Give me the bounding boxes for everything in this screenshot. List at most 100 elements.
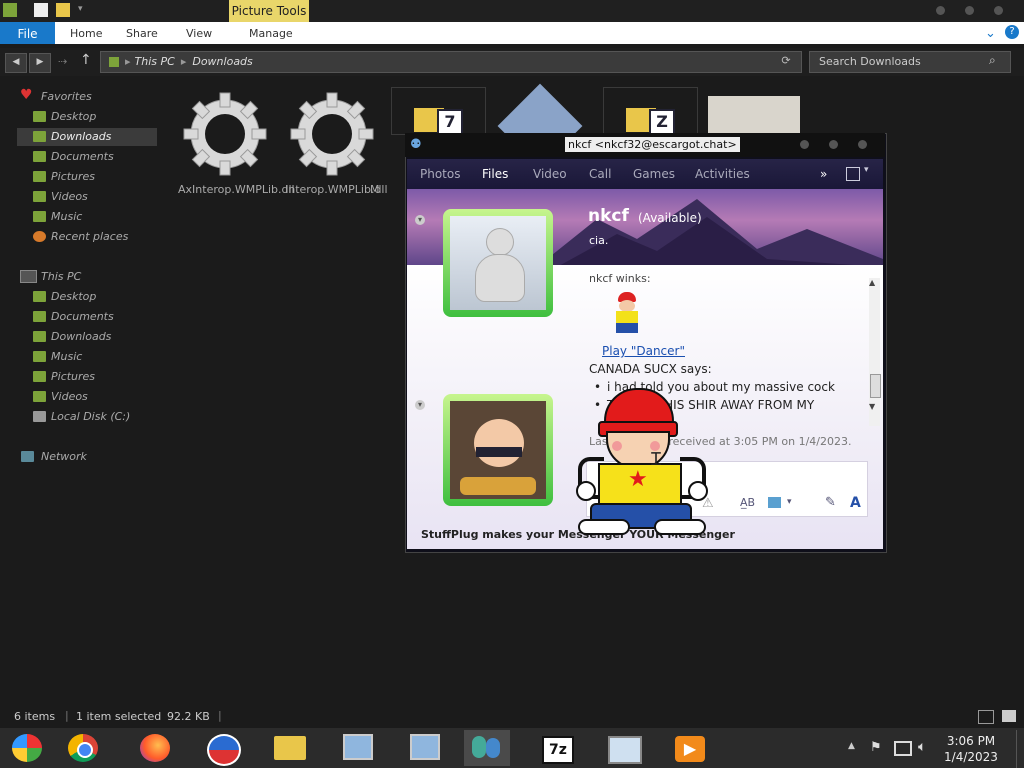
flag-icon[interactable]: ⚑ <box>870 740 882 755</box>
properties-icon[interactable] <box>34 3 48 17</box>
picture-tools-tab: Picture Tools <box>229 0 309 22</box>
dll-gear-icon[interactable] <box>182 91 268 177</box>
image-thumbnail[interactable] <box>708 96 800 136</box>
scroll-down-icon[interactable]: ▼ <box>869 402 875 411</box>
tab-video[interactable]: Video <box>533 159 567 189</box>
sidebar-item-desktop[interactable]: Desktop <box>51 109 96 125</box>
taskbar-installer[interactable] <box>333 730 379 766</box>
volume-icon[interactable]: 🔈︎ <box>918 739 926 755</box>
system-clock[interactable]: 3:06 PM 1/4/2023 <box>940 733 1002 765</box>
file-name[interactable]: AxInterop.WMPLib.dll <box>178 183 295 196</box>
details-view-icon[interactable] <box>978 710 994 724</box>
taskbar-installer-2[interactable] <box>400 730 446 766</box>
sidebar-item-pc-desktop[interactable]: Desktop <box>51 289 96 305</box>
scrollbar-thumb[interactable] <box>870 374 881 398</box>
sidebar-item-local-disk[interactable]: Local Disk (C:) <box>51 409 130 425</box>
sidebar-item-videos[interactable]: Videos <box>51 189 88 205</box>
file-name[interactable]: M <box>370 183 400 196</box>
sidebar-item-pc-downloads[interactable]: Downloads <box>51 329 111 345</box>
network-tray-icon[interactable] <box>894 741 912 756</box>
sidebar-item-music[interactable]: Music <box>51 209 82 225</box>
minimize-icon[interactable] <box>936 6 945 15</box>
breadcrumb-current[interactable]: Downloads <box>192 55 252 68</box>
tab-games[interactable]: Games <box>633 159 675 189</box>
file-tile[interactable]: Z <box>603 87 698 135</box>
tab-call[interactable]: Call <box>589 159 611 189</box>
taskbar-7zip[interactable]: 7z <box>533 730 579 766</box>
tab-files[interactable]: Files <box>482 159 508 189</box>
taskbar-firefox[interactable] <box>132 730 178 766</box>
chat-scrollbar[interactable]: ▲ ▼ <box>869 278 881 426</box>
taskbar-media-player[interactable]: ▶ <box>667 730 713 766</box>
search-input[interactable]: Search Downloads <box>809 51 1011 73</box>
start-orb-icon <box>12 734 42 762</box>
taskbar-file-explorer[interactable] <box>266 730 312 766</box>
address-bar[interactable]: ▸ This PC ▸ Downloads <box>100 51 802 73</box>
tray-overflow-icon[interactable]: ▲ <box>848 741 855 751</box>
recent-locations-icon[interactable]: ⇢ <box>58 55 67 68</box>
large-icons-view-icon[interactable] <box>1002 710 1016 722</box>
documents-folder-icon <box>33 311 46 322</box>
scroll-up-icon[interactable]: ▲ <box>869 278 875 287</box>
sidebar-this-pc[interactable]: This PC <box>41 269 81 285</box>
taskbar-messenger[interactable] <box>464 730 510 766</box>
dll-gear-icon[interactable] <box>289 91 375 177</box>
chevron-down-icon[interactable]: ▾ <box>864 165 869 175</box>
forward-button[interactable]: ▶ <box>29 53 51 73</box>
maximize-icon[interactable] <box>965 6 974 15</box>
file-name[interactable]: Interop.WMPLib.dll <box>285 183 388 196</box>
handwriting-icon[interactable]: ✎ <box>825 495 836 510</box>
tab-manage[interactable]: Manage <box>249 22 293 44</box>
sidebar-item-pc-videos[interactable]: Videos <box>51 389 88 405</box>
sidebar-favorites[interactable]: Favorites <box>41 89 92 105</box>
spellcheck-icon[interactable]: A̲B <box>740 496 755 509</box>
back-button[interactable]: ◀ <box>5 53 27 73</box>
help-icon[interactable]: ? <box>1005 25 1019 39</box>
sidebar-network[interactable]: Network <box>41 449 87 465</box>
tab-activities[interactable]: Activities <box>695 159 750 189</box>
messenger-minimize-icon[interactable] <box>800 140 809 149</box>
sidebar-item-pictures[interactable]: Pictures <box>51 169 95 185</box>
chevron-down-icon[interactable]: ▾ <box>78 4 83 14</box>
folder-icon[interactable] <box>3 3 17 17</box>
sidebar-item-recent-places[interactable]: Recent places <box>51 229 128 245</box>
contact-avatar[interactable] <box>450 216 546 310</box>
chevron-down-icon[interactable]: ▾ <box>787 497 792 507</box>
wink-dancer-thumbnail[interactable] <box>612 292 642 336</box>
start-button[interactable] <box>4 730 50 766</box>
sidebar-item-documents[interactable]: Documents <box>51 149 114 165</box>
font-icon[interactable]: A <box>850 495 861 511</box>
music-folder-icon <box>33 211 46 222</box>
tab-file[interactable]: File <box>0 22 55 44</box>
taskbar-app[interactable] <box>199 730 245 766</box>
search-icon[interactable]: ⌕ <box>989 53 996 68</box>
collapse-icon[interactable]: ▾ <box>415 215 425 225</box>
tab-view[interactable]: View <box>186 22 212 44</box>
show-desktop-button[interactable] <box>1016 730 1024 768</box>
more-tabs-icon[interactable]: » <box>820 159 827 189</box>
breadcrumb-root[interactable]: This PC <box>135 55 175 68</box>
play-wink-link[interactable]: Play "Dancer" <box>602 344 685 358</box>
sidebar-item-pc-pictures[interactable]: Pictures <box>51 369 95 385</box>
taskbar-task-manager[interactable] <box>600 730 646 766</box>
file-tile[interactable]: 7 <box>391 87 486 135</box>
sidebar-item-pc-music[interactable]: Music <box>51 349 82 365</box>
tab-home[interactable]: Home <box>70 22 102 44</box>
ribbon-expand-icon[interactable]: ⌄ <box>985 26 996 41</box>
close-icon[interactable] <box>994 6 1003 15</box>
up-button[interactable]: ↑ <box>80 52 92 68</box>
sidebar-item-downloads[interactable]: Downloads <box>51 129 111 145</box>
tab-share[interactable]: Share <box>126 22 158 44</box>
menu-icon[interactable] <box>846 167 860 181</box>
taskbar-chrome[interactable] <box>60 730 106 766</box>
messenger-close-icon[interactable] <box>858 140 867 149</box>
background-icon[interactable] <box>768 497 781 508</box>
sidebar-item-pc-documents[interactable]: Documents <box>51 309 114 325</box>
tab-photos[interactable]: Photos <box>420 159 460 189</box>
collapse-icon[interactable]: ▾ <box>415 400 425 410</box>
messenger-maximize-icon[interactable] <box>829 140 838 149</box>
new-folder-icon[interactable] <box>56 3 70 17</box>
user-avatar[interactable] <box>450 401 546 499</box>
refresh-icon[interactable]: ⟳ <box>775 52 797 70</box>
dancer-right-shoe <box>654 519 706 535</box>
